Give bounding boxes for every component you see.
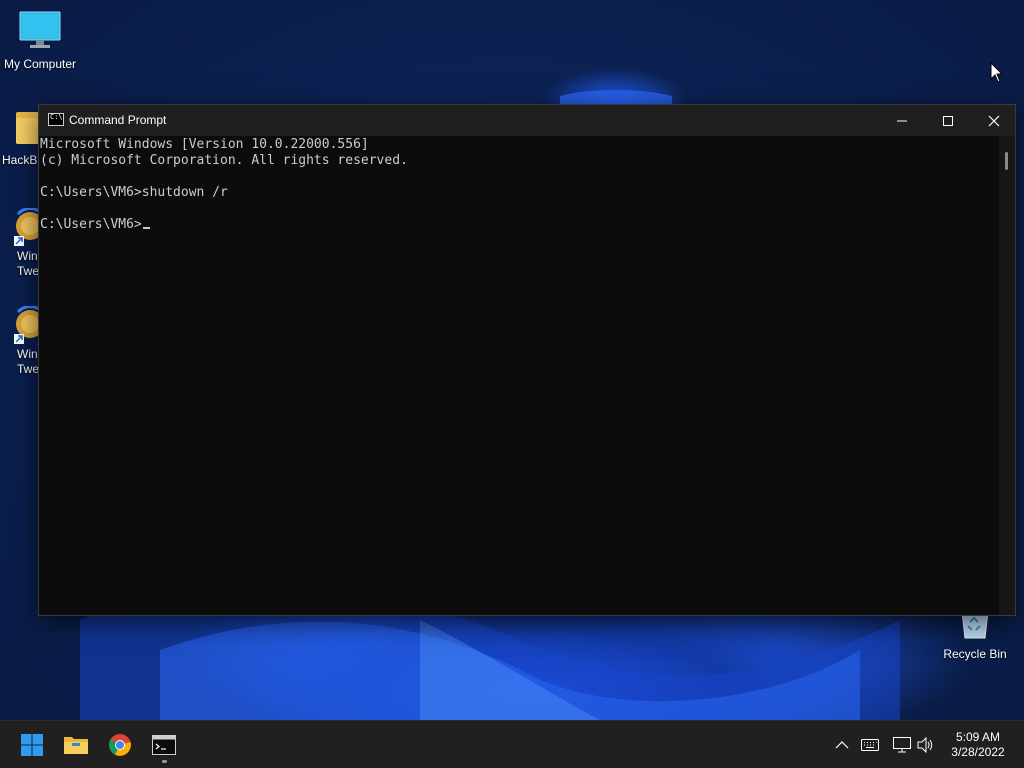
desktop-icon-recycle-bin[interactable]: Recycle Bin xyxy=(935,611,1015,662)
taskbar: 5:09 AM 3/28/2022 xyxy=(0,720,1024,768)
tray-volume[interactable] xyxy=(916,735,936,755)
minimize-button[interactable] xyxy=(879,105,925,136)
desktop-icon-hackb[interactable]: HackB xyxy=(0,110,40,168)
console-line: (c) Microsoft Corporation. All rights re… xyxy=(40,153,408,168)
desktop-icon-wintweaker-1[interactable]: Win Twe xyxy=(0,208,40,279)
monitor-icon xyxy=(0,10,80,54)
command-prompt-window[interactable]: Command Prompt Microsoft Windows [Versio… xyxy=(38,104,1016,616)
minimize-icon xyxy=(897,120,907,121)
console-line: ​ xyxy=(40,201,1001,217)
desktop-icon-my-computer[interactable]: My Computer xyxy=(0,10,80,72)
chrome-icon xyxy=(109,734,131,756)
window-titlebar[interactable]: Command Prompt xyxy=(39,105,1015,136)
keyboard-icon xyxy=(861,739,879,751)
mouse-pointer-icon xyxy=(990,62,1004,83)
taskbar-start-button[interactable] xyxy=(12,727,52,763)
wintweaker-icon xyxy=(12,306,40,344)
maximize-button[interactable] xyxy=(925,105,971,136)
console-line: C:\Users\VM6>shutdown /r xyxy=(40,185,228,200)
text-cursor xyxy=(142,227,150,229)
windows-start-icon xyxy=(21,734,43,756)
file-explorer-icon xyxy=(64,737,88,754)
cmd-icon xyxy=(48,113,64,126)
desktop-icon-label: Win Twe xyxy=(17,249,40,278)
console-line: ​ xyxy=(40,169,1001,185)
folder-icon xyxy=(16,110,40,150)
tray-overflow-button[interactable] xyxy=(834,735,850,755)
tray-keyboard[interactable] xyxy=(860,735,880,755)
window-title: Command Prompt xyxy=(69,113,167,127)
wintweaker-icon xyxy=(12,208,40,246)
taskbar-command-prompt[interactable] xyxy=(144,727,184,763)
volume-icon xyxy=(917,737,933,753)
console-line: Microsoft Windows [Version 10.0.22000.55… xyxy=(40,137,369,152)
chevron-up-icon xyxy=(835,741,849,749)
tray-network[interactable] xyxy=(892,735,912,755)
recycle-bin-icon xyxy=(935,611,1015,644)
desktop-icon-label: My Computer xyxy=(3,57,77,71)
clock-time: 5:09 AM xyxy=(955,730,1001,744)
taskbar-file-explorer[interactable] xyxy=(56,727,96,763)
close-icon xyxy=(988,115,1000,126)
clock-date: 3/28/2022 xyxy=(951,745,1005,759)
cmd-icon xyxy=(152,735,176,755)
taskbar-clock[interactable]: 5:09 AM 3/28/2022 xyxy=(940,730,1016,760)
console-prompt-line[interactable]: C:\Users\VM6> xyxy=(40,217,1001,233)
vertical-scrollbar[interactable] xyxy=(999,136,1015,615)
desktop-icon-label: Win Twe xyxy=(17,347,40,376)
network-icon xyxy=(893,737,911,753)
desktop-icon-label: HackB xyxy=(2,153,38,167)
taskbar-chrome[interactable] xyxy=(100,727,140,763)
running-indicator xyxy=(162,760,167,763)
maximize-icon xyxy=(943,115,953,126)
console-prompt: C:\Users\VM6> xyxy=(40,217,142,232)
console-output[interactable]: Microsoft Windows [Version 10.0.22000.55… xyxy=(39,136,1001,615)
desktop-icon-label: Recycle Bin xyxy=(943,647,1007,661)
desktop-icon-wintweaker-2[interactable]: Win Twe xyxy=(0,306,40,377)
close-button[interactable] xyxy=(971,105,1017,136)
scrollbar-thumb[interactable] xyxy=(1005,152,1008,170)
